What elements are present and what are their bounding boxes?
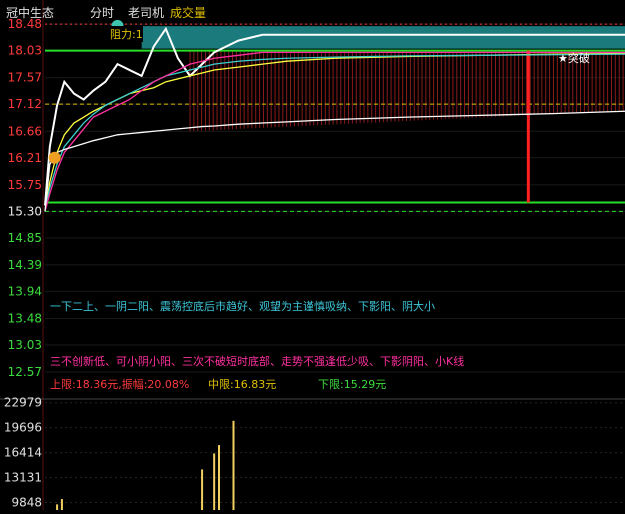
volume-tick-label: 9848	[11, 495, 42, 509]
price-tick-label: 14.85	[8, 231, 42, 245]
price-tick-label: 15.75	[8, 178, 42, 192]
price-tick-label: 13.48	[8, 311, 42, 325]
breakout-label: ★突破	[558, 52, 590, 65]
price-tick-label: 15.30	[8, 204, 42, 218]
mid-limit-text: 中限:16.83元	[208, 378, 277, 391]
upper-limit-text: 上限:18.36元,振幅:20.08%	[50, 378, 190, 391]
resistance-label: 阻力:1	[110, 26, 143, 42]
up-arrow-marker	[48, 151, 61, 164]
pattern-up-text: 一下二上、一阴二阳、震荡控底后市趋好、观望为主谨慎吸纳、下影阳、阴大小	[50, 300, 435, 313]
price-tick-label: 16.21	[8, 151, 42, 165]
price-tick-label: 13.94	[8, 284, 42, 298]
cyan-band	[141, 26, 625, 49]
price-tick-label: 14.39	[8, 258, 42, 272]
price-tick-label: 16.66	[8, 124, 42, 138]
indicator-name[interactable]: 老司机	[128, 4, 164, 21]
chart-area: 18.48 18.03 17.57 17.12 16.66 16.21 15.75 15.30…	[0, 0, 625, 514]
series-line	[44, 110, 625, 212]
mode-tab[interactable]: 分时	[90, 4, 114, 21]
volume-tick-label: 13131	[4, 471, 42, 485]
intraday-chart: 18.4818.0317.5717.1216.6616.2115.7515.30…	[0, 0, 625, 514]
pattern-down-text: 三不创新低、可小阴小阳、三次不破短时底部、走势不强逢低少吸、下影阴阳、小K线	[50, 355, 465, 368]
volume-tick-label: 19696	[4, 421, 42, 435]
stock-name[interactable]: 冠中生态	[6, 4, 54, 21]
price-tick-label: 18.03	[8, 44, 42, 58]
volume-tick-label: 16414	[4, 446, 42, 460]
price-tick-label: 12.57	[8, 365, 42, 379]
price-tick-label: 13.03	[8, 338, 42, 352]
volume-tab[interactable]: 成交量	[170, 4, 206, 21]
price-tick-label: 17.57	[8, 71, 42, 85]
volume-tick-label: 22979	[4, 396, 42, 410]
price-tick-label: 17.12	[8, 97, 42, 111]
lower-limit-text: 下限:15.29元	[318, 378, 387, 391]
